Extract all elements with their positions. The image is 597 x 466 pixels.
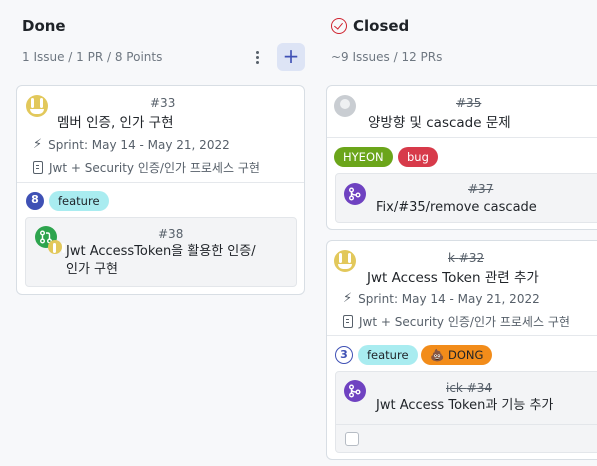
divider <box>17 182 304 183</box>
form-field: Jwt + Security 인증/인가 프로세스 구현 <box>343 313 570 330</box>
pr-author-avatar <box>48 240 65 254</box>
avatar <box>26 95 48 117</box>
pr-number: #37 <box>468 182 494 196</box>
pr-title-line1[interactable]: Jwt AccessToken을 활용한 인증/ <box>66 243 256 261</box>
sprint-text: Sprint: May 14 - May 21, 2022 <box>48 137 230 152</box>
issue-number-value: #32 <box>458 251 485 265</box>
column-title: Done <box>22 17 66 35</box>
form-text: Jwt + Security 인증/인가 프로세스 구현 <box>359 315 570 329</box>
label-dong[interactable]: 💩 DONG <box>421 345 493 365</box>
linked-pr[interactable]: #37 Fix/#35/remove cascade <box>335 173 597 223</box>
merged-pr-icon <box>344 183 366 205</box>
linked-pr[interactable]: #38 Jwt AccessToken을 활용한 인증/ 인가 구현 <box>25 217 297 287</box>
issue-number: #35 <box>456 96 482 110</box>
column-title: Closed <box>353 17 410 35</box>
sprint-field: ⚡ Sprint: May 14 - May 21, 2022 <box>343 291 540 306</box>
label-feature[interactable]: feature <box>49 191 109 211</box>
sprint-field: ⚡ Sprint: May 14 - May 21, 2022 <box>33 137 230 152</box>
issue-title[interactable]: Jwt Access Token 관련 추가 <box>367 266 539 286</box>
pr-title-line2[interactable]: 인가 구현 <box>66 261 118 279</box>
form-field: Jwt + Security 인증/인가 프로세스 구현 <box>33 159 260 176</box>
column-summary: 1 Issue / 1 PR / 8 Points <box>22 50 163 64</box>
closed-check-icon <box>331 18 347 34</box>
avatar <box>334 250 356 272</box>
add-item-button[interactable]: + <box>277 43 305 71</box>
label-hyeon[interactable]: HYEON <box>334 147 393 167</box>
pr-number: ick #34 <box>446 381 492 395</box>
pr-number-value: #34 <box>466 381 493 395</box>
sprint-text: Sprint: May 14 - May 21, 2022 <box>358 291 540 306</box>
merged-pr-icon <box>344 380 366 402</box>
kebab-menu-icon[interactable] <box>249 47 265 67</box>
lightning-icon: ⚡ <box>343 291 353 306</box>
linked-pr[interactable]: ick #34 Jwt Access Token과 기능 추가 <box>335 371 597 453</box>
issue-card[interactable]: k #32 Jwt Access Token 관련 추가 ⚡ Sprint: M… <box>326 240 597 460</box>
pr-number: #38 <box>158 227 184 241</box>
issue-number: #33 <box>150 96 176 110</box>
pr-number-prefix: ick <box>446 381 467 395</box>
status-check-icon[interactable] <box>345 432 359 446</box>
label-bug[interactable]: bug <box>398 147 438 167</box>
issue-card[interactable]: #33 멤버 인증, 인가 구현 ⚡ Sprint: May 14 - May … <box>16 85 305 295</box>
form-text: Jwt + Security 인증/인가 프로세스 구현 <box>49 161 260 175</box>
issue-title[interactable]: 멤버 인증, 인가 구현 <box>57 111 174 131</box>
divider <box>327 335 597 336</box>
lightning-icon: ⚡ <box>33 137 43 152</box>
label-feature[interactable]: feature <box>358 345 418 365</box>
divider <box>336 424 597 425</box>
pr-title[interactable]: Jwt Access Token과 기능 추가 <box>376 397 553 415</box>
issue-title[interactable]: 양방향 및 cascade 문제 <box>368 111 511 131</box>
points-badge: 3 <box>335 346 353 364</box>
form-icon <box>343 315 353 328</box>
issue-number-prefix: k <box>448 251 459 265</box>
form-icon <box>33 161 43 174</box>
divider <box>327 137 597 138</box>
column-summary: ~9 Issues / 12 PRs <box>331 50 443 64</box>
pr-title[interactable]: Fix/#35/remove cascade <box>376 199 537 217</box>
points-badge: 8 <box>26 192 44 210</box>
avatar <box>334 95 356 117</box>
issue-card[interactable]: #35 양방향 및 cascade 문제 HYEON bug #37 Fix/#… <box>326 85 597 230</box>
issue-number: k #32 <box>448 251 484 265</box>
